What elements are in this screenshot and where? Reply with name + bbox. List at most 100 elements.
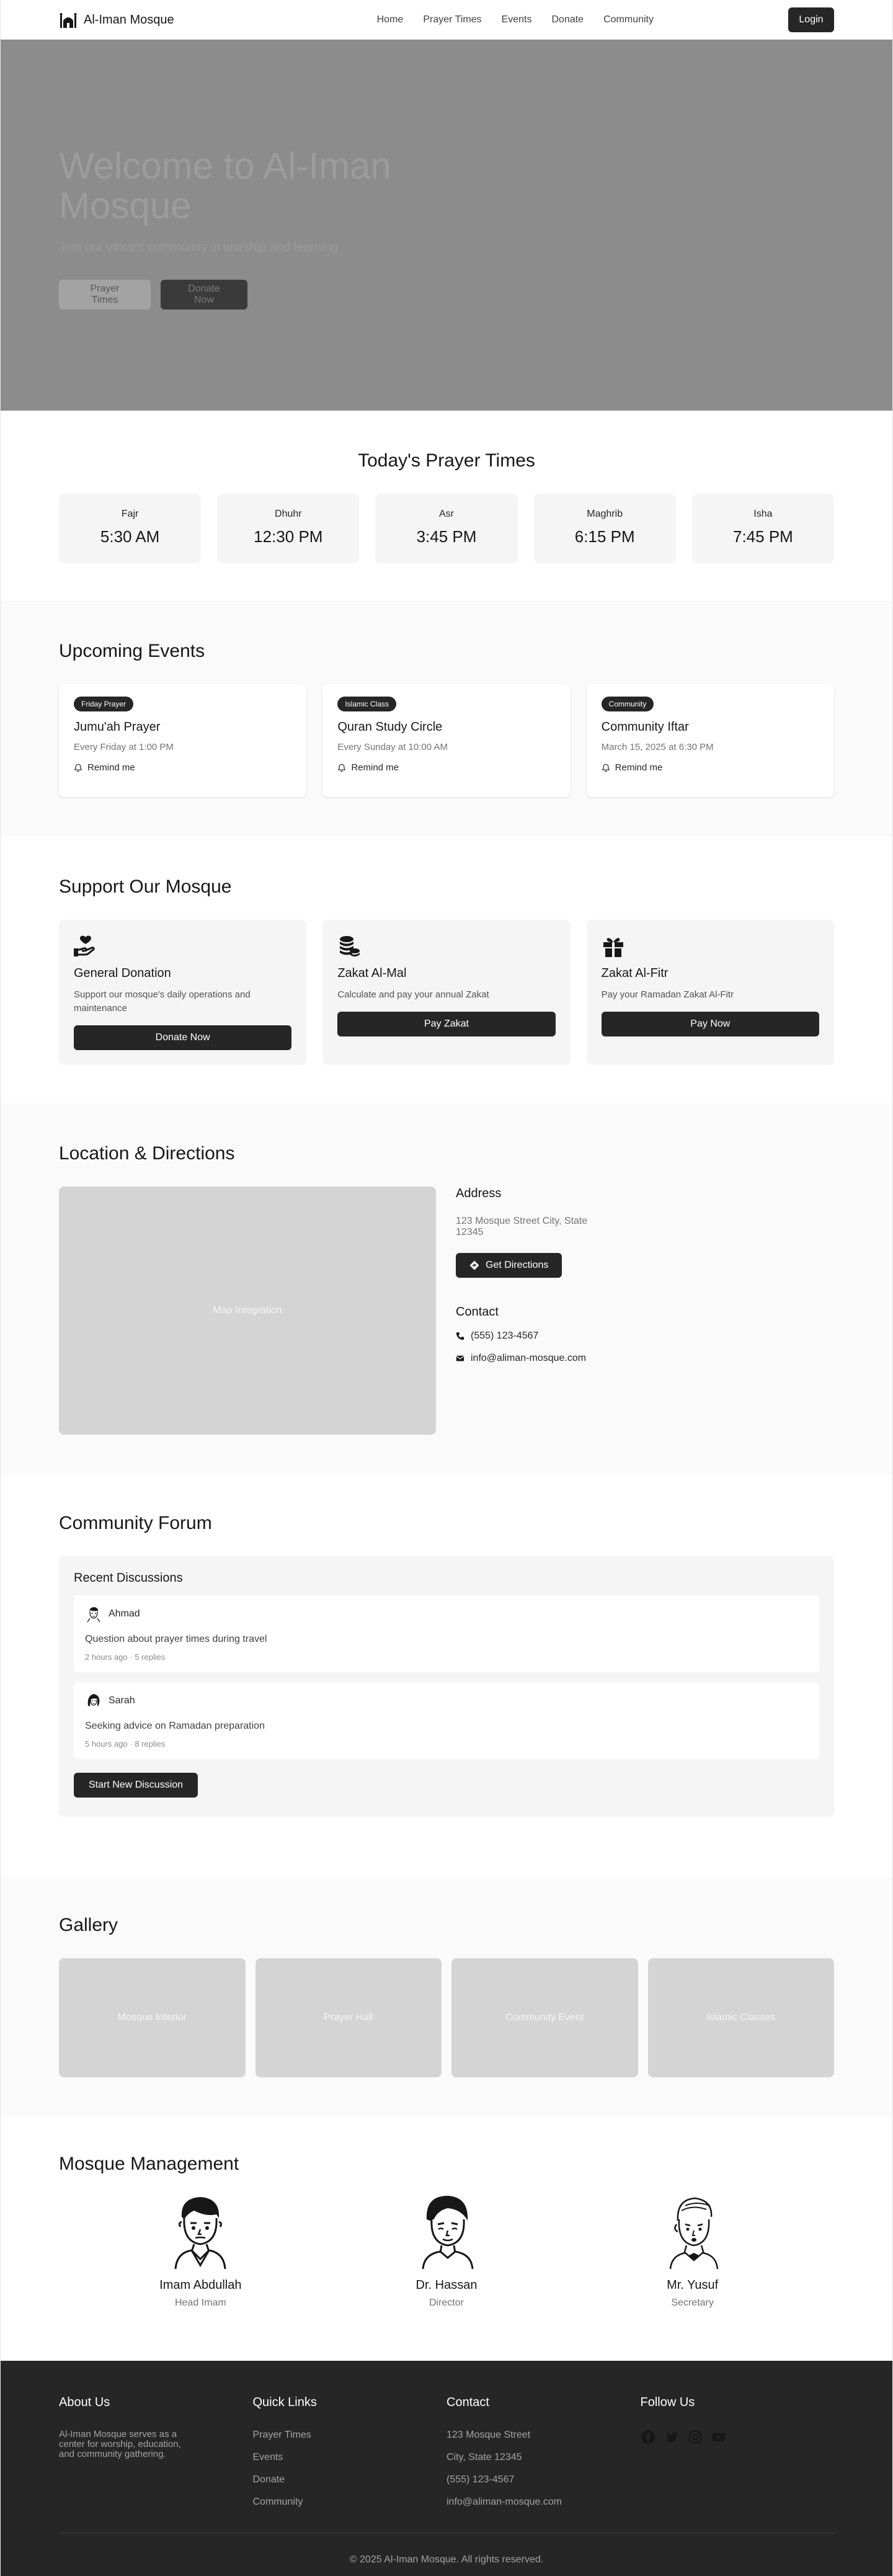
phone-icon: [456, 1332, 464, 1340]
twitter-icon[interactable]: [664, 2430, 679, 2445]
support-title: Support Our Mosque: [59, 876, 232, 897]
support-options: General Donation Support our mosque's da…: [59, 920, 834, 1065]
gallery-item-label: Prayer Hall: [324, 2012, 373, 2023]
hand-heart-icon: [74, 935, 95, 956]
discussion-header: Ahmad: [85, 1605, 808, 1623]
footer-about: About Us Al-Iman Mosque serves as a cent…: [59, 2396, 253, 2508]
start-new-discussion-button[interactable]: Start New Discussion: [74, 1773, 198, 1798]
prayer-time: 5:30 AM: [100, 527, 160, 546]
discussion-question: Question about prayer times during trave…: [85, 1634, 267, 1644]
footer-street: 123 Mosque Street: [446, 2430, 531, 2440]
avatar: [86, 1606, 102, 1623]
footer-links-title: Quick Links: [252, 2396, 317, 2409]
address-title: Address: [456, 1187, 502, 1200]
prayer-card-isha: Isha 7:45 PM: [691, 494, 835, 563]
discussion-header: Sarah: [85, 1692, 808, 1709]
remind-me-button[interactable]: Remind me: [337, 762, 555, 773]
remind-me-button[interactable]: Remind me: [602, 762, 819, 773]
discussion-meta: 5 hours ago · 8 replies: [85, 1739, 166, 1749]
member-card: Mr. Yusuf Secretary: [612, 2192, 773, 2309]
event-date: Every Sunday at 10:00 AM: [337, 742, 448, 752]
support-section: Support Our Mosque General Donation Supp…: [1, 837, 892, 1103]
youtube-icon[interactable]: [711, 2430, 726, 2445]
prayer-time: 6:15 PM: [574, 527, 635, 546]
footer-link-events[interactable]: Events: [253, 2452, 447, 2463]
coins-icon: [340, 936, 360, 956]
member-role: Secretary: [671, 2297, 714, 2308]
prayer-card-maghrib: Maghrib 6:15 PM: [533, 494, 676, 563]
hero-donate-button[interactable]: Donate Now: [161, 280, 247, 310]
forum-subtitle: Recent Discussions: [74, 1571, 183, 1585]
discussion-meta: 2 hours ago · 5 replies: [85, 1652, 166, 1662]
bell-icon: [74, 764, 82, 772]
location-title: Location & Directions: [59, 1143, 235, 1164]
nav-link-home[interactable]: Home: [377, 14, 404, 25]
forum-panel: Recent Discussions Ahmad Question about …: [59, 1556, 834, 1817]
address-text: 123 Mosque Street City, State 12345: [456, 1216, 588, 1237]
gallery-item-islamic-classes[interactable]: Islamic Classes: [647, 1958, 834, 2077]
nav-link-prayer-times[interactable]: Prayer Times: [423, 14, 481, 25]
facebook-icon[interactable]: [641, 2430, 655, 2445]
contact-phone[interactable]: (555) 123-4567: [456, 1330, 834, 1342]
nav-links: Home Prayer Times Events Donate Communit…: [377, 14, 654, 25]
nav-link-events[interactable]: Events: [502, 14, 532, 25]
get-directions-button[interactable]: Get Directions: [456, 1253, 562, 1278]
pay-zakat-button[interactable]: Pay Zakat: [337, 1012, 556, 1036]
event-badge: Community: [601, 697, 654, 711]
location-section: Location & Directions Map Integration Ad…: [1, 1103, 892, 1476]
login-button[interactable]: Login: [788, 7, 834, 32]
page: Al-Iman Mosque Home Prayer Times Events …: [0, 0, 893, 2576]
prayer-time: 7:45 PM: [733, 527, 793, 546]
member-portrait: [422, 2196, 474, 2270]
hero-title: Welcome to Al-Iman Mosque: [59, 145, 391, 226]
nav-link-community[interactable]: Community: [603, 14, 654, 25]
contact-email[interactable]: info@aliman-mosque.com: [456, 1353, 834, 1364]
remind-me-button[interactable]: Remind me: [74, 762, 291, 773]
member-portrait: [669, 2197, 718, 2270]
events-section: Upcoming Events Friday Prayer Jumu'ah Pr…: [1, 601, 892, 837]
envelope-icon: [456, 1355, 464, 1362]
member-role: Director: [429, 2297, 464, 2308]
gallery-item-prayer-hall[interactable]: Prayer Hall: [255, 1958, 442, 2077]
donate-now-button[interactable]: Donate Now: [74, 1025, 292, 1050]
footer-follow-title: Follow Us: [640, 2396, 695, 2409]
mosque-icon: [60, 13, 77, 28]
get-directions-label: Get Directions: [486, 1260, 549, 1270]
prayer-card-fajr: Fajr 5:30 AM: [59, 494, 202, 563]
event-badge: Friday Prayer: [74, 697, 134, 711]
prayer-name: Dhuhr: [275, 509, 302, 519]
support-card-title: Zakat Al-Fitr: [601, 966, 669, 980]
discussion-item[interactable]: Sarah Seeking advice on Ramadan preparat…: [74, 1682, 819, 1759]
member-card: Imam Abdullah Head Imam: [120, 2192, 281, 2309]
prayer-name: Isha: [753, 509, 773, 519]
pay-now-button[interactable]: Pay Now: [601, 1012, 819, 1036]
discussion-question: Seeking advice on Ramadan preparation: [85, 1721, 265, 1731]
footer-link-prayer-times[interactable]: Prayer Times: [253, 2430, 447, 2441]
gallery-title: Gallery: [59, 1915, 118, 1935]
support-card-general-donation: General Donation Support our mosque's da…: [59, 920, 307, 1065]
prayer-times-section: Today's Prayer Times Fajr 5:30 AM Dhuhr …: [1, 411, 892, 601]
gallery-item-mosque-interior[interactable]: Mosque Interior: [59, 1958, 246, 2077]
footer-contact: Contact 123 Mosque Street City, State 12…: [446, 2396, 641, 2508]
map-label: Map Integration: [213, 1305, 282, 1316]
footer-link-donate[interactable]: Donate: [253, 2474, 447, 2485]
discussion-item[interactable]: Ahmad Question about prayer times during…: [74, 1595, 819, 1672]
footer-link-community[interactable]: Community: [253, 2497, 447, 2508]
copyright: © 2025 Al-Iman Mosque. All rights reserv…: [349, 2554, 544, 2565]
support-card-desc: Pay your Ramadan Zakat Al-Fitr: [601, 989, 734, 1000]
instagram-icon[interactable]: [688, 2430, 703, 2445]
map-placeholder[interactable]: Map Integration: [59, 1187, 436, 1435]
gallery-item-community-event[interactable]: Community Event: [451, 1958, 638, 2077]
hero-actions: Prayer Times Donate Now: [59, 280, 834, 310]
social-links: [641, 2430, 835, 2445]
brand[interactable]: Al-Iman Mosque: [59, 12, 174, 28]
hero-prayer-times-button[interactable]: Prayer Times: [59, 280, 151, 310]
bell-icon: [337, 764, 346, 772]
prayer-time: 3:45 PM: [416, 527, 477, 546]
gallery-item-label: Islamic Classes: [706, 2012, 776, 2023]
footer-email[interactable]: info@aliman-mosque.com: [446, 2497, 641, 2508]
remind-label: Remind me: [615, 762, 663, 773]
event-title: Jumu'ah Prayer: [74, 720, 161, 734]
footer-phone[interactable]: (555) 123-4567: [446, 2474, 641, 2485]
nav-link-donate[interactable]: Donate: [551, 14, 584, 25]
